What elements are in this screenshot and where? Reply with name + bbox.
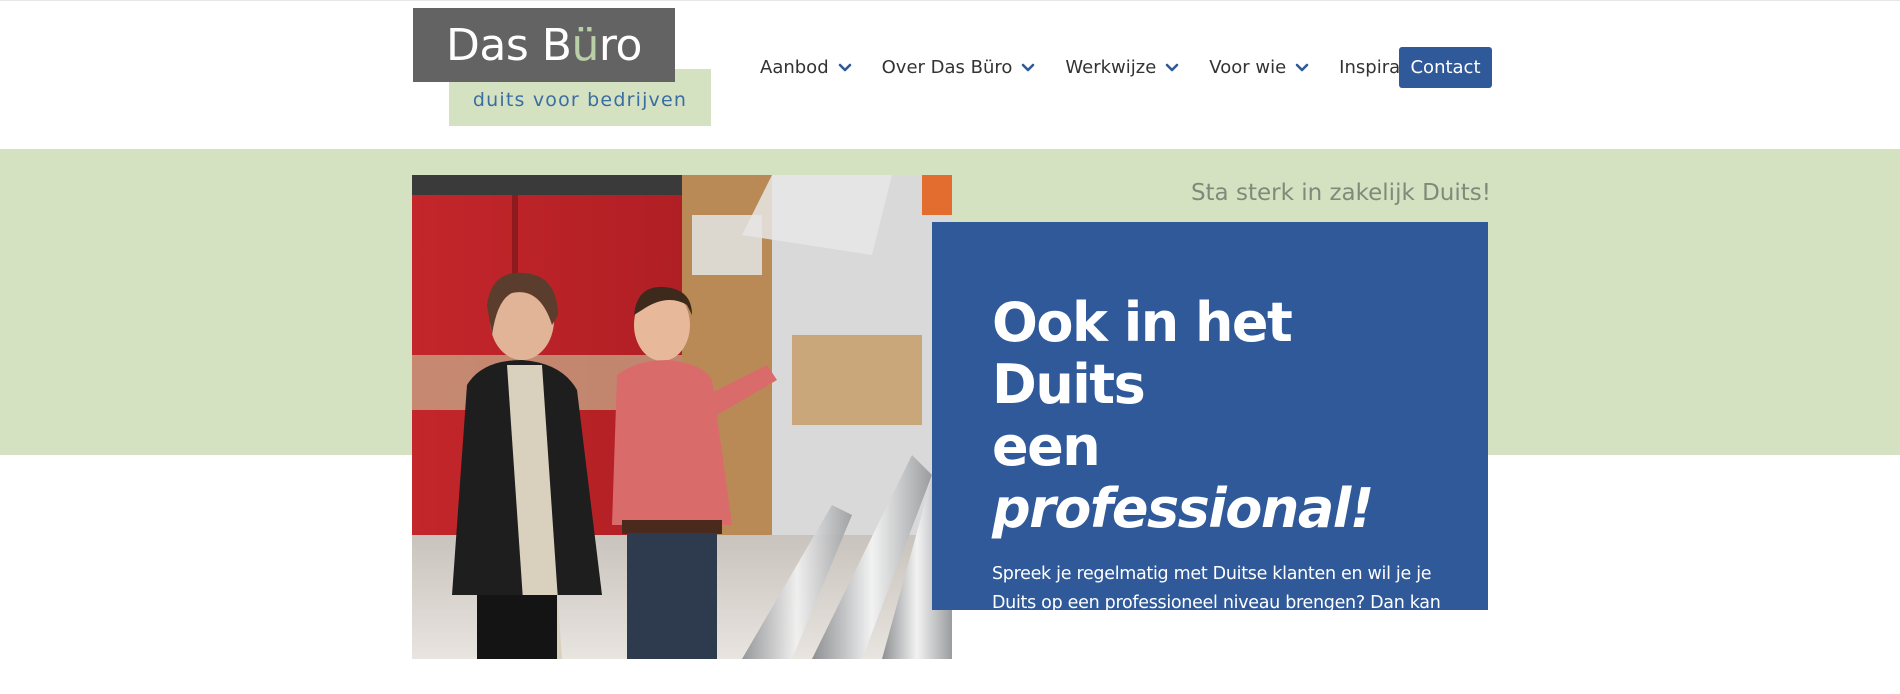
hero-photo	[412, 175, 952, 659]
nav-item-label: Aanbod	[760, 56, 829, 78]
nav-item-voor-wie[interactable]: Voor wie	[1209, 57, 1310, 78]
logo[interactable]: Das Bü ro	[413, 8, 675, 82]
contact-button[interactable]: Contact	[1399, 47, 1492, 88]
chevron-down-icon	[1295, 63, 1309, 72]
contact-button-label: Contact	[1410, 57, 1481, 78]
hero-photo-illustration	[412, 175, 952, 659]
logo-name-part2: ro	[598, 19, 643, 71]
logo-tagline-text: duits voor bedrijven	[472, 89, 688, 111]
hero-card: Ook in het Duits een professional! Spree…	[932, 222, 1488, 642]
top-border	[0, 0, 1900, 1]
hero-heading: Ook in het Duits een professional!	[992, 292, 1452, 540]
nav-item-label: Werkwijze	[1065, 56, 1157, 78]
hero-heading-line1: Ook in het Duits	[992, 291, 1293, 416]
nav-item-label: Over Das Büro	[881, 56, 1013, 78]
hero-heading-emphasis: professional!	[992, 477, 1374, 540]
logo-name-umlaut: ü	[571, 19, 600, 71]
hero-tagline: Sta sterk in zakelijk Duits!	[1190, 180, 1491, 206]
nav-item-werkwijze[interactable]: Werkwijze	[1065, 57, 1180, 78]
logo-name-part1: Das B	[446, 19, 572, 71]
nav-item-over-das-buro[interactable]: Over Das Büro	[882, 57, 1037, 78]
nav-item-label: Voor wie	[1209, 56, 1287, 78]
hero-body-text: Spreek je regelmatig met Duitse klanten …	[992, 564, 1441, 642]
chevron-down-icon	[1022, 63, 1035, 72]
chevron-down-icon	[1165, 63, 1179, 72]
nav-item-aanbod[interactable]: Aanbod	[760, 57, 853, 78]
chevron-down-icon	[838, 63, 851, 72]
hero-heading-line2-prefix: een	[992, 415, 1101, 478]
main-nav: Aanbod Over Das Büro Werkwijze Voor wie …	[760, 47, 1476, 87]
